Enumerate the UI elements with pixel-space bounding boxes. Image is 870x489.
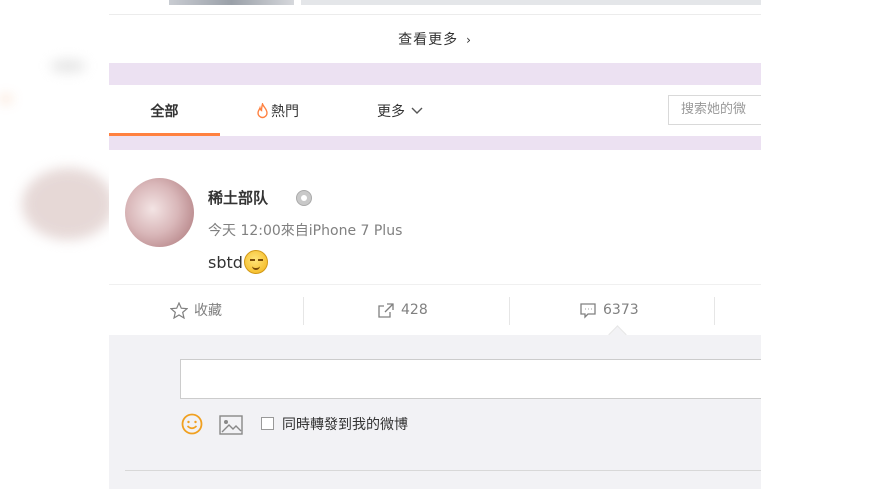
tab-all-label: 全部 [150, 103, 179, 120]
post-meta: 今天 12:00來自iPhone 7 Plus [208, 223, 403, 239]
search-input[interactable]: 搜索她的微 [668, 95, 761, 125]
chevron-right-icon: › [466, 33, 472, 47]
view-more-link[interactable]: 查看更多 › [398, 29, 472, 49]
section-band [109, 136, 761, 150]
comment-button[interactable]: 6373 [579, 285, 639, 335]
weibo-post: 稀土部队 今天 12:00來自iPhone 7 Plus sbtd [109, 150, 761, 285]
sync-repost-checkbox[interactable] [261, 417, 274, 430]
tab-hot[interactable]: 熱門 [256, 85, 299, 136]
tab-all[interactable]: 全部 [109, 85, 220, 136]
post-actions: 收藏 428 6373 [109, 285, 761, 335]
weibo-feed-panel: 查看更多 › 全部 熱門 更多 搜索她的微 稀土部队 今天 12:00來自iPho… [109, 0, 761, 489]
post-text: sbtd [208, 252, 243, 272]
comment-input[interactable] [180, 359, 761, 399]
previous-post-image-strip [109, 0, 761, 14]
tab-more-label: 更多 [377, 103, 405, 120]
comment-count: 6373 [603, 302, 639, 318]
post-content: sbtd [208, 250, 268, 274]
divider [714, 297, 715, 325]
view-more-label: 查看更多 [398, 32, 459, 48]
thumbnail-image [169, 0, 294, 5]
divider [509, 297, 510, 325]
sync-repost-label[interactable]: 同時轉發到我的微博 [282, 414, 408, 434]
avatar[interactable] [125, 178, 194, 247]
comment-icon [580, 302, 596, 319]
chevron-down-icon [411, 107, 423, 114]
thumbnail-image [301, 0, 761, 5]
member-badge-icon[interactable] [296, 190, 312, 206]
view-more-row: 查看更多 › [109, 15, 761, 63]
post-username[interactable]: 稀土部队 [208, 187, 268, 208]
star-icon [170, 301, 188, 319]
blurred-background-shape [0, 96, 12, 102]
smile-icon[interactable] [181, 413, 203, 435]
favorite-button[interactable]: 收藏 [170, 285, 222, 335]
comment-box: 同時轉發到我的微博 [109, 325, 761, 489]
tab-more[interactable]: 更多 [377, 85, 423, 136]
favorite-label: 收藏 [194, 303, 222, 319]
divider [303, 297, 304, 325]
filter-tabs: 全部 熱門 更多 搜索她的微 [109, 85, 761, 136]
blurred-background-shape [50, 60, 86, 72]
tab-hot-label: 熱門 [271, 103, 299, 120]
blurred-background-shape [22, 168, 114, 240]
section-band [109, 63, 761, 85]
share-icon [378, 302, 394, 318]
forward-count: 428 [401, 302, 428, 318]
image-icon[interactable] [219, 415, 243, 435]
emoji-icon [243, 250, 268, 274]
fire-icon [257, 102, 268, 118]
forward-button[interactable]: 428 [377, 285, 428, 335]
divider [125, 470, 761, 471]
